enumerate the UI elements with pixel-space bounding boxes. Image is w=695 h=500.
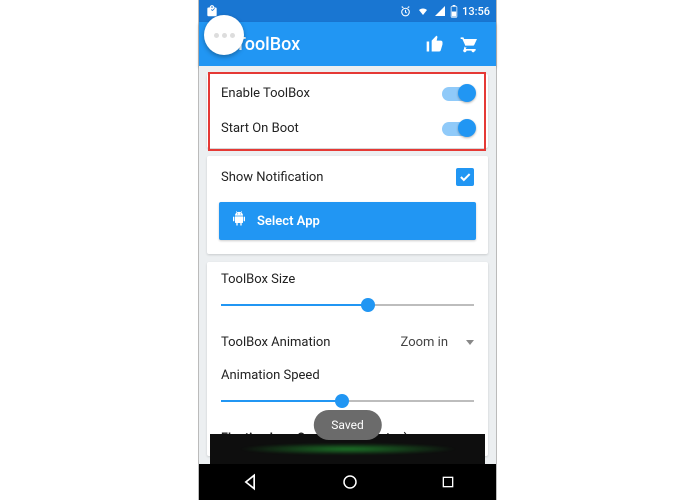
animation-speed-label: Animation Speed xyxy=(221,368,474,383)
phone-frame: 13:56 ToolBox Enable ToolBox xyxy=(199,0,496,500)
toolbox-size-slider[interactable] xyxy=(221,295,474,315)
settings-scroll[interactable]: Enable ToolBox Start On Boot Show Notifi… xyxy=(199,66,496,464)
row-start-on-boot[interactable]: Start On Boot xyxy=(207,111,488,146)
chevron-down-icon xyxy=(466,340,474,345)
card-notification: Show Notification Select App xyxy=(207,156,488,254)
toolbox-size-label: ToolBox Size xyxy=(221,272,474,287)
app-title: ToolBox xyxy=(235,34,418,55)
enable-toolbox-label: Enable ToolBox xyxy=(221,86,442,101)
card-toggles: Enable ToolBox Start On Boot xyxy=(207,74,488,148)
battery-icon xyxy=(450,5,458,18)
animation-speed-slider[interactable] xyxy=(221,391,474,411)
status-bar: 13:56 xyxy=(199,0,496,22)
start-on-boot-label: Start On Boot xyxy=(221,121,442,136)
nav-recent-button[interactable] xyxy=(440,474,456,490)
row-show-notification[interactable]: Show Notification xyxy=(207,158,488,196)
toast-saved: Saved xyxy=(313,410,381,440)
toast-text: Saved xyxy=(331,418,363,432)
show-notification-checkbox[interactable] xyxy=(456,168,474,186)
signal-icon xyxy=(434,5,446,17)
nav-home-button[interactable] xyxy=(341,473,359,491)
toolbox-animation-value: Zoom in xyxy=(401,335,448,350)
cart-button[interactable] xyxy=(452,34,486,54)
row-animation-speed: Animation Speed xyxy=(207,360,488,387)
floating-launcher-icon[interactable] xyxy=(204,15,244,55)
nav-back-button[interactable] xyxy=(240,472,260,492)
toolbox-animation-dropdown[interactable]: Zoom in xyxy=(401,335,474,350)
select-app-label: Select App xyxy=(257,214,320,229)
wifi-icon xyxy=(416,5,430,17)
select-app-button[interactable]: Select App xyxy=(219,202,476,240)
enable-toolbox-switch[interactable] xyxy=(442,87,474,101)
row-enable-toolbox[interactable]: Enable ToolBox xyxy=(207,76,488,111)
status-time: 13:56 xyxy=(462,5,490,18)
android-icon xyxy=(231,210,247,232)
show-notification-label: Show Notification xyxy=(221,170,456,185)
like-button[interactable] xyxy=(418,34,452,54)
navigation-bar xyxy=(199,464,496,500)
start-on-boot-switch[interactable] xyxy=(442,122,474,136)
row-toolbox-size: ToolBox Size xyxy=(207,264,488,291)
row-toolbox-animation[interactable]: ToolBox Animation Zoom in xyxy=(207,325,488,360)
toolbox-animation-label: ToolBox Animation xyxy=(221,335,330,350)
app-bar: ToolBox xyxy=(199,22,496,66)
alarm-icon xyxy=(399,5,412,18)
